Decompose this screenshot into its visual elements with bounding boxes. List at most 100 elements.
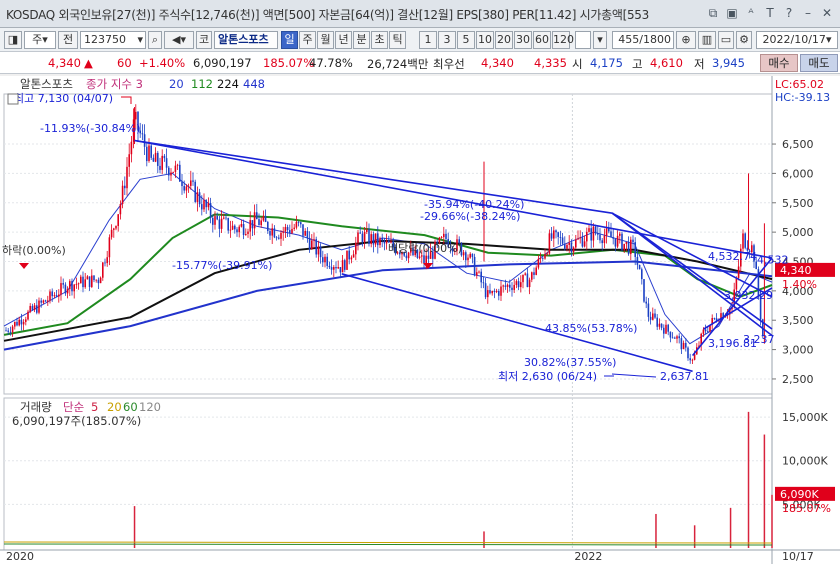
candle-body: [368, 229, 370, 244]
lock-icon[interactable]: ▣: [723, 4, 741, 22]
interval-tab-2[interactable]: 5: [457, 31, 475, 49]
candle-body: [669, 331, 672, 338]
best-bid: 4,335: [534, 56, 567, 70]
candle-body: [484, 283, 487, 298]
candle-body: [174, 165, 177, 172]
candle-body: [115, 225, 117, 229]
save-icon[interactable]: ▭: [718, 31, 734, 49]
period-tab-0[interactable]: 일: [281, 31, 298, 49]
high-price: 4,610: [650, 56, 683, 70]
candle-body: [337, 267, 339, 269]
candle-body: [405, 255, 408, 259]
candle-body: [575, 239, 577, 248]
count-field[interactable]: 455/1800: [612, 31, 674, 49]
chart-menu-icon[interactable]: ◨: [4, 31, 22, 49]
candle-body: [535, 267, 537, 275]
market-select[interactable]: 주▾: [24, 31, 56, 49]
sell-button[interactable]: 매도: [800, 54, 838, 72]
candle-body: [482, 282, 485, 284]
last-volume-pct: 185.07%: [782, 502, 831, 515]
candle-body: [645, 301, 647, 304]
minimize-icon[interactable]: –: [799, 4, 817, 22]
search-icon[interactable]: ⌕: [148, 31, 162, 49]
candle-body: [38, 300, 40, 313]
interval-tab-7[interactable]: 120: [552, 31, 574, 49]
search-plus-icon[interactable]: ⊕: [676, 31, 696, 49]
best-ask: 4,340: [481, 56, 514, 70]
candle-body: [322, 257, 324, 263]
volume-info: 6,090,197주(185.07%): [12, 414, 141, 428]
interval-tab-1[interactable]: 3: [438, 31, 456, 49]
candle-body: [524, 273, 526, 275]
candle-body: [335, 266, 337, 269]
period-tab-6[interactable]: 틱: [389, 31, 406, 49]
font-icon[interactable]: ᴬ: [742, 4, 760, 22]
bar-chart-icon[interactable]: ▥: [698, 31, 716, 49]
interval-tab-6[interactable]: 60: [533, 31, 551, 49]
interval-tab-3[interactable]: 10: [476, 31, 494, 49]
candle-body: [601, 240, 603, 244]
candle-body: [330, 267, 333, 270]
candle-body: [152, 157, 155, 162]
candle-body: [69, 281, 71, 290]
candle-body: [187, 185, 190, 187]
candle-body: [110, 229, 113, 238]
candle-body: [634, 242, 636, 257]
candle-body: [315, 239, 317, 255]
close-icon[interactable]: ✕: [818, 4, 836, 22]
settings-icon[interactable]: ⚙: [736, 31, 752, 49]
period-tab-1[interactable]: 주: [299, 31, 316, 49]
stock-name-field[interactable]: 알톤스포츠: [214, 31, 278, 49]
candle-body: [586, 231, 588, 242]
candle-body: [280, 232, 282, 239]
annotation-a3: -29.66%(-38.24%): [420, 210, 520, 223]
candle-body: [227, 218, 229, 231]
candle-body: [374, 233, 377, 245]
candle-body: [445, 233, 447, 239]
text-size-icon[interactable]: T: [761, 4, 779, 22]
candle-body: [361, 233, 364, 243]
window-icon[interactable]: ⧉: [704, 4, 722, 22]
interval-tab-5[interactable]: 30: [514, 31, 532, 49]
candle-body: [685, 342, 687, 348]
candle-body: [91, 275, 93, 287]
candle-body: [240, 224, 243, 227]
candle-body: [471, 253, 474, 257]
candle-body: [53, 295, 56, 297]
stock-code-input[interactable]: 123750 ▾: [80, 31, 146, 49]
candle-body: [77, 283, 80, 285]
candle-body: [667, 324, 669, 332]
candle-body: [22, 321, 25, 325]
interval-dropdown-icon[interactable]: ▾: [593, 31, 607, 49]
interval-tab-4[interactable]: 20: [495, 31, 513, 49]
candle-body: [172, 171, 174, 173]
period-tab-3[interactable]: 년: [335, 31, 352, 49]
candle-body: [423, 255, 425, 264]
candle-body: [638, 264, 641, 270]
interval-tab-0[interactable]: 1: [419, 31, 437, 49]
candle-body: [86, 276, 89, 280]
candle-body: [614, 238, 617, 247]
candle-body: [295, 221, 298, 228]
candle-body: [339, 267, 342, 273]
candle-body: [504, 285, 507, 287]
candle-body: [500, 286, 502, 296]
candle-body: [366, 229, 368, 233]
candle-body: [183, 186, 185, 191]
candle-body: [665, 324, 667, 334]
candle-body: [531, 272, 533, 280]
period-tab-2[interactable]: 월: [317, 31, 334, 49]
period-tab-5[interactable]: 초: [371, 31, 388, 49]
all-button[interactable]: 전: [58, 31, 78, 49]
date-field[interactable]: 2022/10/17▾: [756, 31, 838, 49]
candle-body: [185, 186, 188, 191]
price-chart[interactable]: 2,5003,0003,5004,0004,5005,0005,5006,000…: [0, 76, 840, 564]
audio-icon[interactable]: ◀▾: [164, 31, 194, 49]
help-icon[interactable]: ?: [780, 4, 798, 22]
candle-body: [190, 180, 192, 186]
candle-body: [570, 242, 573, 252]
interval-input[interactable]: [575, 31, 591, 49]
period-tab-4[interactable]: 분: [353, 31, 370, 49]
buy-button[interactable]: 매수: [760, 54, 798, 72]
code-dropdown-icon[interactable]: ▾: [137, 32, 143, 48]
